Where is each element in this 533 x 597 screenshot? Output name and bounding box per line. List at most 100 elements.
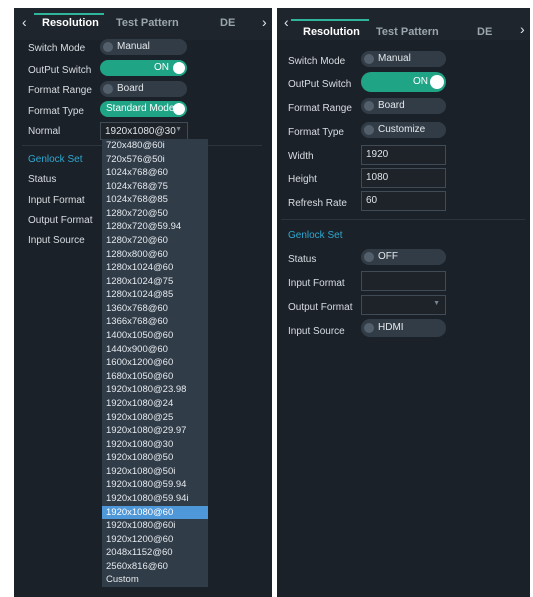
refresh-rate-input[interactable]: 60 — [361, 191, 446, 211]
tab-de[interactable]: DE — [220, 17, 235, 29]
format-type-value: Customize — [378, 124, 426, 135]
toggle-knob — [430, 75, 444, 89]
tab-bar: ‹ Resolution Test Pattern DE › — [277, 8, 530, 40]
dropdown-option[interactable]: 720x480@60i — [102, 139, 208, 153]
active-tab-indicator — [291, 19, 369, 21]
resolution-dropdown-list[interactable]: 720x480@60i 720x576@50i 1024x768@60 1024x76… — [102, 139, 208, 587]
chevron-right-icon[interactable]: › — [262, 14, 267, 30]
dropdown-option[interactable]: 1280x800@60 — [102, 248, 208, 262]
dropdown-option[interactable]: 1920x1080@23.98 — [102, 383, 208, 397]
width-input[interactable]: 1920 — [361, 145, 446, 165]
format-range-toggle[interactable]: Board — [100, 81, 187, 97]
dropdown-option[interactable]: 1280x720@59.94 — [102, 220, 208, 234]
tab-de[interactable]: DE — [477, 26, 492, 38]
genlock-status-value: OFF — [378, 251, 398, 262]
output-switch-toggle[interactable]: ON — [361, 72, 446, 92]
format-type-value: Standard Mode — [106, 103, 175, 114]
switch-mode-label: Switch Mode — [288, 56, 346, 67]
switch-mode-toggle[interactable]: Manual — [100, 39, 187, 55]
chevron-right-icon[interactable]: › — [520, 21, 525, 37]
output-switch-label: OutPut Switch — [288, 79, 352, 90]
dropdown-option[interactable]: Custom — [102, 573, 208, 587]
dropdown-option[interactable]: 1920x1200@60 — [102, 533, 208, 547]
genlock-input-source-value: HDMI — [378, 322, 404, 333]
dropdown-option[interactable]: 1366x768@60 — [102, 315, 208, 329]
dropdown-option[interactable]: 1360x768@60 — [102, 302, 208, 316]
output-switch-label: OutPut Switch — [28, 65, 92, 76]
dropdown-option[interactable]: 1920x1080@59.94i — [102, 492, 208, 506]
dropdown-option[interactable]: 1024x768@60 — [102, 166, 208, 180]
dropdown-option[interactable]: 1024x768@75 — [102, 180, 208, 194]
tab-resolution[interactable]: Resolution — [42, 17, 99, 29]
tab-bar: ‹ Resolution Test Pattern DE › — [14, 8, 272, 40]
dropdown-option[interactable]: 1920x1080@50i — [102, 465, 208, 479]
width-label: Width — [288, 151, 314, 162]
chevron-left-icon[interactable]: ‹ — [284, 14, 289, 30]
output-switch-toggle[interactable]: ON — [100, 60, 187, 76]
refresh-rate-value: 60 — [366, 195, 378, 206]
dropdown-option[interactable]: 1600x1200@60 — [102, 356, 208, 370]
dropdown-option[interactable]: 1280x720@50 — [102, 207, 208, 221]
dropdown-option[interactable]: 1920x1080@30 — [102, 438, 208, 452]
genlock-input-source-toggle[interactable]: HDMI — [361, 319, 446, 337]
dropdown-option[interactable]: 1280x1024@85 — [102, 288, 208, 302]
genlock-output-format-select[interactable]: ▼ — [361, 295, 446, 315]
dropdown-option[interactable]: 1920x1080@59.94 — [102, 478, 208, 492]
normal-label: Normal — [28, 126, 61, 137]
format-type-label: Format Type — [288, 127, 344, 138]
format-range-label: Format Range — [288, 103, 352, 114]
toggle-knob — [173, 103, 185, 115]
dropdown-option[interactable]: 1920x1080@60 — [102, 505, 208, 520]
switch-mode-value: Manual — [117, 41, 150, 52]
switch-mode-toggle[interactable]: Manual — [361, 51, 446, 67]
dropdown-option[interactable]: 1920x1080@60i — [102, 519, 208, 533]
output-switch-value: ON — [154, 62, 169, 73]
chevron-down-icon: ▼ — [175, 126, 182, 133]
dropdown-option[interactable]: 1024x768@85 — [102, 193, 208, 207]
width-value: 1920 — [366, 149, 389, 160]
dropdown-option[interactable]: 1280x720@60 — [102, 234, 208, 248]
tab-test-pattern[interactable]: Test Pattern — [376, 26, 439, 38]
dropdown-option[interactable]: 1680x1050@60 — [102, 370, 208, 384]
dropdown-option[interactable]: 1280x1024@60 — [102, 261, 208, 275]
dropdown-option[interactable]: 1920x1080@50 — [102, 451, 208, 465]
height-input[interactable]: 1080 — [361, 168, 446, 188]
chevron-left-icon[interactable]: ‹ — [22, 14, 27, 30]
chevron-down-icon: ▼ — [433, 300, 440, 307]
genlock-status-label: Status — [28, 174, 57, 185]
dropdown-option[interactable]: 1280x1024@75 — [102, 275, 208, 289]
genlock-input-format-label: Input Format — [288, 278, 345, 289]
genlock-status-toggle[interactable]: OFF — [361, 249, 446, 265]
format-range-value: Board — [117, 83, 144, 94]
dropdown-option[interactable]: 1920x1080@25 — [102, 411, 208, 425]
refresh-rate-label: Refresh Rate — [288, 198, 347, 209]
divider — [281, 219, 525, 220]
dropdown-option[interactable]: 1920x1080@24 — [102, 397, 208, 411]
height-label: Height — [288, 174, 317, 185]
format-range-toggle[interactable]: Board — [361, 98, 446, 114]
dropdown-option[interactable]: 720x576@50i — [102, 153, 208, 167]
toggle-knob — [364, 101, 374, 111]
left-resolution-panel: ‹ Resolution Test Pattern DE › Switch Mo… — [14, 8, 272, 597]
normal-resolution-select[interactable]: 1920x1080@30 ▼ — [100, 122, 188, 140]
height-value: 1080 — [366, 172, 389, 183]
right-resolution-panel: ‹ Resolution Test Pattern DE › Switch Mo… — [277, 8, 530, 597]
genlock-input-format-field[interactable] — [361, 271, 446, 291]
dropdown-option[interactable]: 2560x816@60 — [102, 560, 208, 574]
dropdown-option[interactable]: 1400x1050@60 — [102, 329, 208, 343]
genlock-output-format-label: Output Format — [28, 215, 93, 226]
switch-mode-label: Switch Mode — [28, 43, 86, 54]
dropdown-option[interactable]: 2048x1152@60 — [102, 546, 208, 560]
tab-resolution[interactable]: Resolution — [303, 26, 360, 38]
toggle-knob — [364, 323, 374, 333]
tab-test-pattern[interactable]: Test Pattern — [116, 17, 179, 29]
genlock-status-label: Status — [288, 254, 317, 265]
format-type-toggle[interactable]: Customize — [361, 122, 446, 138]
switch-mode-value: Manual — [378, 53, 411, 64]
dropdown-option[interactable]: 1920x1080@29.97 — [102, 424, 208, 438]
dropdown-option[interactable]: 1440x900@60 — [102, 343, 208, 357]
format-range-value: Board — [378, 100, 405, 111]
genlock-set-title: Genlock Set — [28, 154, 83, 165]
genlock-output-format-label: Output Format — [288, 302, 353, 313]
format-type-toggle[interactable]: Standard Mode — [100, 101, 187, 117]
